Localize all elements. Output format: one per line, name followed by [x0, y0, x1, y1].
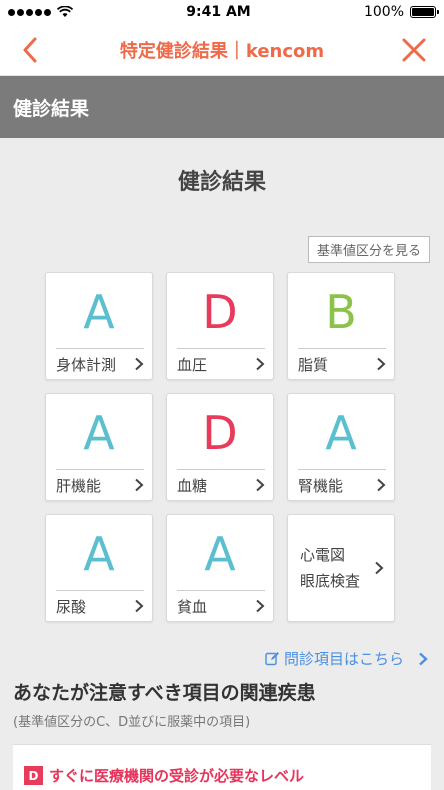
battery-group: 100%: [363, 4, 439, 20]
close-button[interactable]: [398, 34, 430, 66]
chevron-right-icon: [419, 652, 428, 665]
questionnaire-link[interactable]: 問診項目はこちら: [265, 648, 430, 669]
grade-label: D: [202, 406, 238, 460]
card-label: 肝機能: [56, 476, 102, 495]
related-diseases-note: (基準値区分のC、D並びに服薬中の項目): [13, 715, 251, 730]
alert-card: D すぐに医療機関の受診が必要なレベル: [13, 744, 431, 790]
chevron-right-icon: [377, 478, 386, 492]
main-content: 健診結果 基準値区分を見る A 身体計測 D 血圧 B 脂質 A 肝機能 D 血…: [0, 164, 444, 790]
grade-label: D: [202, 285, 238, 339]
special-label-ecg: 心電図: [300, 546, 346, 564]
back-button[interactable]: [14, 34, 46, 66]
close-icon: [402, 38, 426, 61]
alert-text: すぐに医療機関の受診が必要なレベル: [49, 767, 305, 785]
grade-label: A: [83, 527, 115, 581]
grade-label: A: [83, 285, 115, 339]
reference-button[interactable]: 基準値区分を見る: [307, 236, 430, 263]
nav-bar: 特定健診結果｜kencom: [0, 24, 444, 76]
alert-row: D すぐに医療機関の受診が必要なレベル: [13, 745, 431, 786]
result-card-kidney[interactable]: A 腎機能: [287, 393, 395, 501]
edit-icon: [265, 652, 279, 666]
card-label: 脂質: [298, 355, 329, 374]
section-header: 健診結果: [0, 76, 444, 138]
result-card-anemia[interactable]: A 貧血: [166, 514, 274, 622]
card-label: 尿酸: [56, 597, 87, 616]
chevron-right-icon: [135, 357, 144, 371]
result-card-blood-sugar[interactable]: D 血糖: [166, 393, 274, 501]
card-label: 血圧: [177, 355, 208, 374]
signal-icon: [8, 8, 51, 16]
page-title: 健診結果: [177, 170, 266, 195]
section-title: 健診結果: [13, 97, 90, 120]
chevron-right-icon: [375, 561, 384, 575]
signal-group: [8, 6, 73, 18]
status-time: 9:41 AM: [186, 4, 251, 20]
special-label-fundus: 眼底検査: [300, 572, 361, 590]
grade-badge: D: [24, 766, 43, 785]
grade-label: A: [325, 406, 357, 460]
nav-title: 特定健診結果｜kencom: [119, 40, 325, 62]
chevron-right-icon: [135, 599, 144, 613]
wifi-icon: [57, 6, 73, 17]
card-label: 血糖: [177, 476, 208, 495]
chevron-right-icon: [256, 478, 265, 492]
result-card-body[interactable]: A 身体計測: [45, 272, 153, 380]
card-label: 身体計測: [56, 355, 117, 374]
card-label: 貧血: [177, 597, 208, 616]
status-bar: 9:41 AM 100%: [0, 0, 444, 24]
chevron-right-icon: [256, 599, 265, 613]
card-label: 腎機能: [298, 476, 344, 495]
result-card-liver[interactable]: A 肝機能: [45, 393, 153, 501]
grade-label: B: [325, 285, 357, 339]
result-grid: A 身体計測 D 血圧 B 脂質 A 肝機能 D 血糖 A 腎機能 A 尿酸 A: [45, 272, 395, 622]
chevron-right-icon: [135, 478, 144, 492]
related-diseases-heading: あなたが注意すべき項目の関連疾患: [13, 682, 316, 704]
result-card-blood-pressure[interactable]: D 血圧: [166, 272, 274, 380]
battery-percent: 100%: [363, 4, 404, 20]
result-card-lipids[interactable]: B 脂質: [287, 272, 395, 380]
grade-label: A: [83, 406, 115, 460]
chevron-left-icon: [23, 37, 37, 62]
result-card-ecg-fundus[interactable]: 心電図 眼底検査: [287, 514, 395, 622]
chevron-right-icon: [377, 357, 386, 371]
questionnaire-label: 問診項目はこちら: [283, 650, 404, 668]
grade-label: A: [204, 527, 236, 581]
battery-icon: [410, 6, 439, 18]
chevron-right-icon: [256, 357, 265, 371]
result-card-uric-acid[interactable]: A 尿酸: [45, 514, 153, 622]
